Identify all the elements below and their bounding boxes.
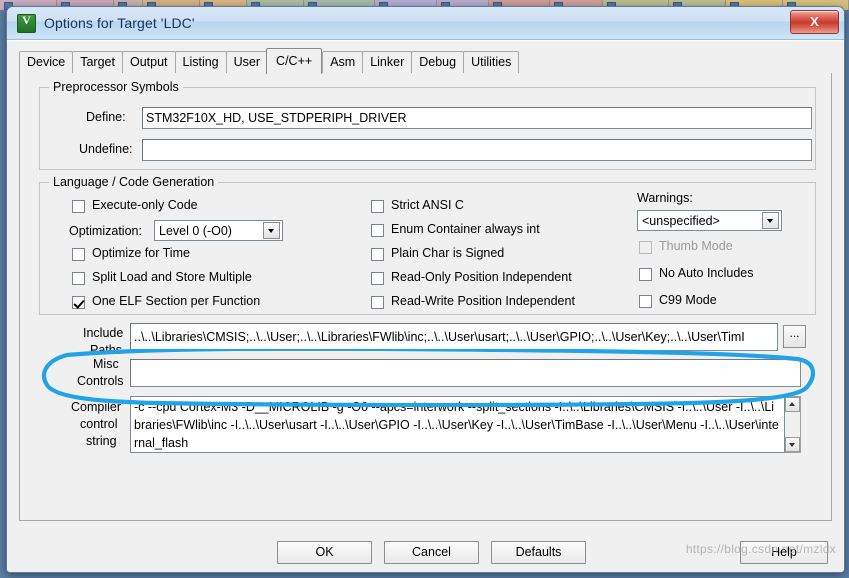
define-label: Define: <box>86 110 126 124</box>
misc-controls-input[interactable] <box>130 359 801 387</box>
warnings-label: Warnings: <box>637 191 693 205</box>
optimization-label: Optimization: <box>69 224 142 238</box>
include-paths-label-line2: Paths <box>90 343 122 357</box>
tab-linker[interactable]: Linker <box>362 51 413 73</box>
warnings-value: <unspecified> <box>642 213 720 228</box>
checkbox-plain-char-is-signed[interactable] <box>371 248 384 261</box>
chevron-down-icon[interactable] <box>762 212 779 229</box>
tab-output[interactable]: Output <box>121 51 176 73</box>
label-no-auto-includes: No Auto Includes <box>659 266 754 280</box>
label-execute-only-code: Execute-only Code <box>92 198 198 212</box>
defaults-button[interactable]: Defaults <box>491 541 586 564</box>
label-c99-mode: C99 Mode <box>659 293 717 307</box>
label-split-load-and-store-multiple: Split Load and Store Multiple <box>92 270 252 284</box>
compiler-control-label-line3: string <box>86 434 117 448</box>
language-code-generation-group: Language / Code Generation Execute-only … <box>39 175 816 315</box>
ok-button[interactable]: OK <box>277 541 372 564</box>
checkbox-enum-container-always-int[interactable] <box>371 224 384 237</box>
page-title: Options for Target 'LDC' <box>44 15 195 31</box>
chevron-down-icon[interactable] <box>263 222 280 239</box>
include-paths-input[interactable] <box>130 323 778 351</box>
scroll-down-icon[interactable] <box>785 437 800 452</box>
language-group-legend: Language / Code Generation <box>49 175 219 189</box>
c-cpp-settings-panel: Preprocessor Symbols Define: Undefine: L… <box>19 73 832 521</box>
misc-controls-label-line2: Controls <box>77 374 124 388</box>
label-read-write-position-independent: Read-Write Position Independent <box>391 294 575 308</box>
checkbox-no-auto-includes[interactable] <box>639 268 652 281</box>
optimization-select[interactable]: Level 0 (-O0) <box>154 220 283 241</box>
label-read-only-position-independent: Read-Only Position Independent <box>391 270 572 284</box>
keil-uvision-icon <box>17 13 36 33</box>
preprocessor-group-legend: Preprocessor Symbols <box>49 80 183 94</box>
checkbox-thumb-mode <box>639 241 652 254</box>
label-optimize-for-time: Optimize for Time <box>92 246 190 260</box>
label-thumb-mode: Thumb Mode <box>659 239 733 253</box>
include-paths-browse-button[interactable]: ... <box>783 325 806 348</box>
tab-user[interactable]: User <box>225 51 269 73</box>
checkbox-read-write-position-independent[interactable] <box>371 296 384 309</box>
tab-device[interactable]: Device <box>19 51 74 73</box>
compiler-control-string-textarea[interactable]: -c --cpu Cortex-M3 -D__MICROLIB -g -O0 -… <box>130 396 785 453</box>
optimization-value: Level 0 (-O0) <box>159 223 232 238</box>
misc-controls-label-line1: Misc <box>93 357 119 371</box>
define-input[interactable] <box>142 107 812 129</box>
watermark-text: https://blog.csdn.net/mzldx <box>685 542 836 556</box>
label-plain-char-is-signed: Plain Char is Signed <box>391 246 505 260</box>
checkbox-one-elf-section-per-function[interactable] <box>72 296 85 309</box>
tab-asm[interactable]: Asm <box>322 51 364 73</box>
tab-utilities[interactable]: Utilities <box>463 51 520 73</box>
preprocessor-symbols-group: Preprocessor Symbols Define: Undefine: <box>39 80 816 170</box>
tab-c-cpp[interactable]: C/C++ <box>266 48 323 74</box>
tab-target[interactable]: Target <box>72 51 123 73</box>
checkbox-c99-mode[interactable] <box>639 295 652 308</box>
undefine-input[interactable] <box>142 139 812 161</box>
tab-debug[interactable]: Debug <box>411 51 465 73</box>
checkbox-read-only-position-independent[interactable] <box>371 272 384 285</box>
compiler-control-label-line2: control <box>80 417 118 431</box>
close-button[interactable]: X <box>790 10 839 34</box>
checkbox-split-load-and-store-multiple[interactable] <box>72 272 85 285</box>
checkbox-optimize-for-time[interactable] <box>72 248 85 261</box>
label-one-elf-section-per-function: One ELF Section per Function <box>92 294 261 308</box>
scroll-up-icon[interactable] <box>785 397 800 412</box>
dialog-client-area: Device Target Output Listing User C/C++ … <box>7 40 844 572</box>
label-strict-ansi-c: Strict ANSI C <box>391 198 464 212</box>
checkbox-strict-ansi-c[interactable] <box>371 200 384 213</box>
warnings-select[interactable]: <unspecified> <box>637 210 782 231</box>
checkbox-execute-only-code[interactable] <box>72 200 85 213</box>
tab-listing[interactable]: Listing <box>174 51 227 73</box>
undefine-label: Undefine: <box>79 142 133 156</box>
label-enum-container-always-int: Enum Container always int <box>391 222 540 236</box>
tab-strip: Device Target Output Listing User C/C++ … <box>19 48 832 74</box>
desktop-background: Options for Target 'LDC' X Device Target… <box>0 0 849 578</box>
dialog-titlebar: Options for Target 'LDC' X <box>7 7 844 40</box>
options-dialog: Options for Target 'LDC' X Device Target… <box>6 6 845 573</box>
include-paths-label-line1: Include <box>83 326 124 340</box>
compiler-control-label-line1: Compiler <box>71 400 122 414</box>
cancel-button[interactable]: Cancel <box>384 541 479 564</box>
compiler-string-scrollbar[interactable] <box>785 396 801 453</box>
